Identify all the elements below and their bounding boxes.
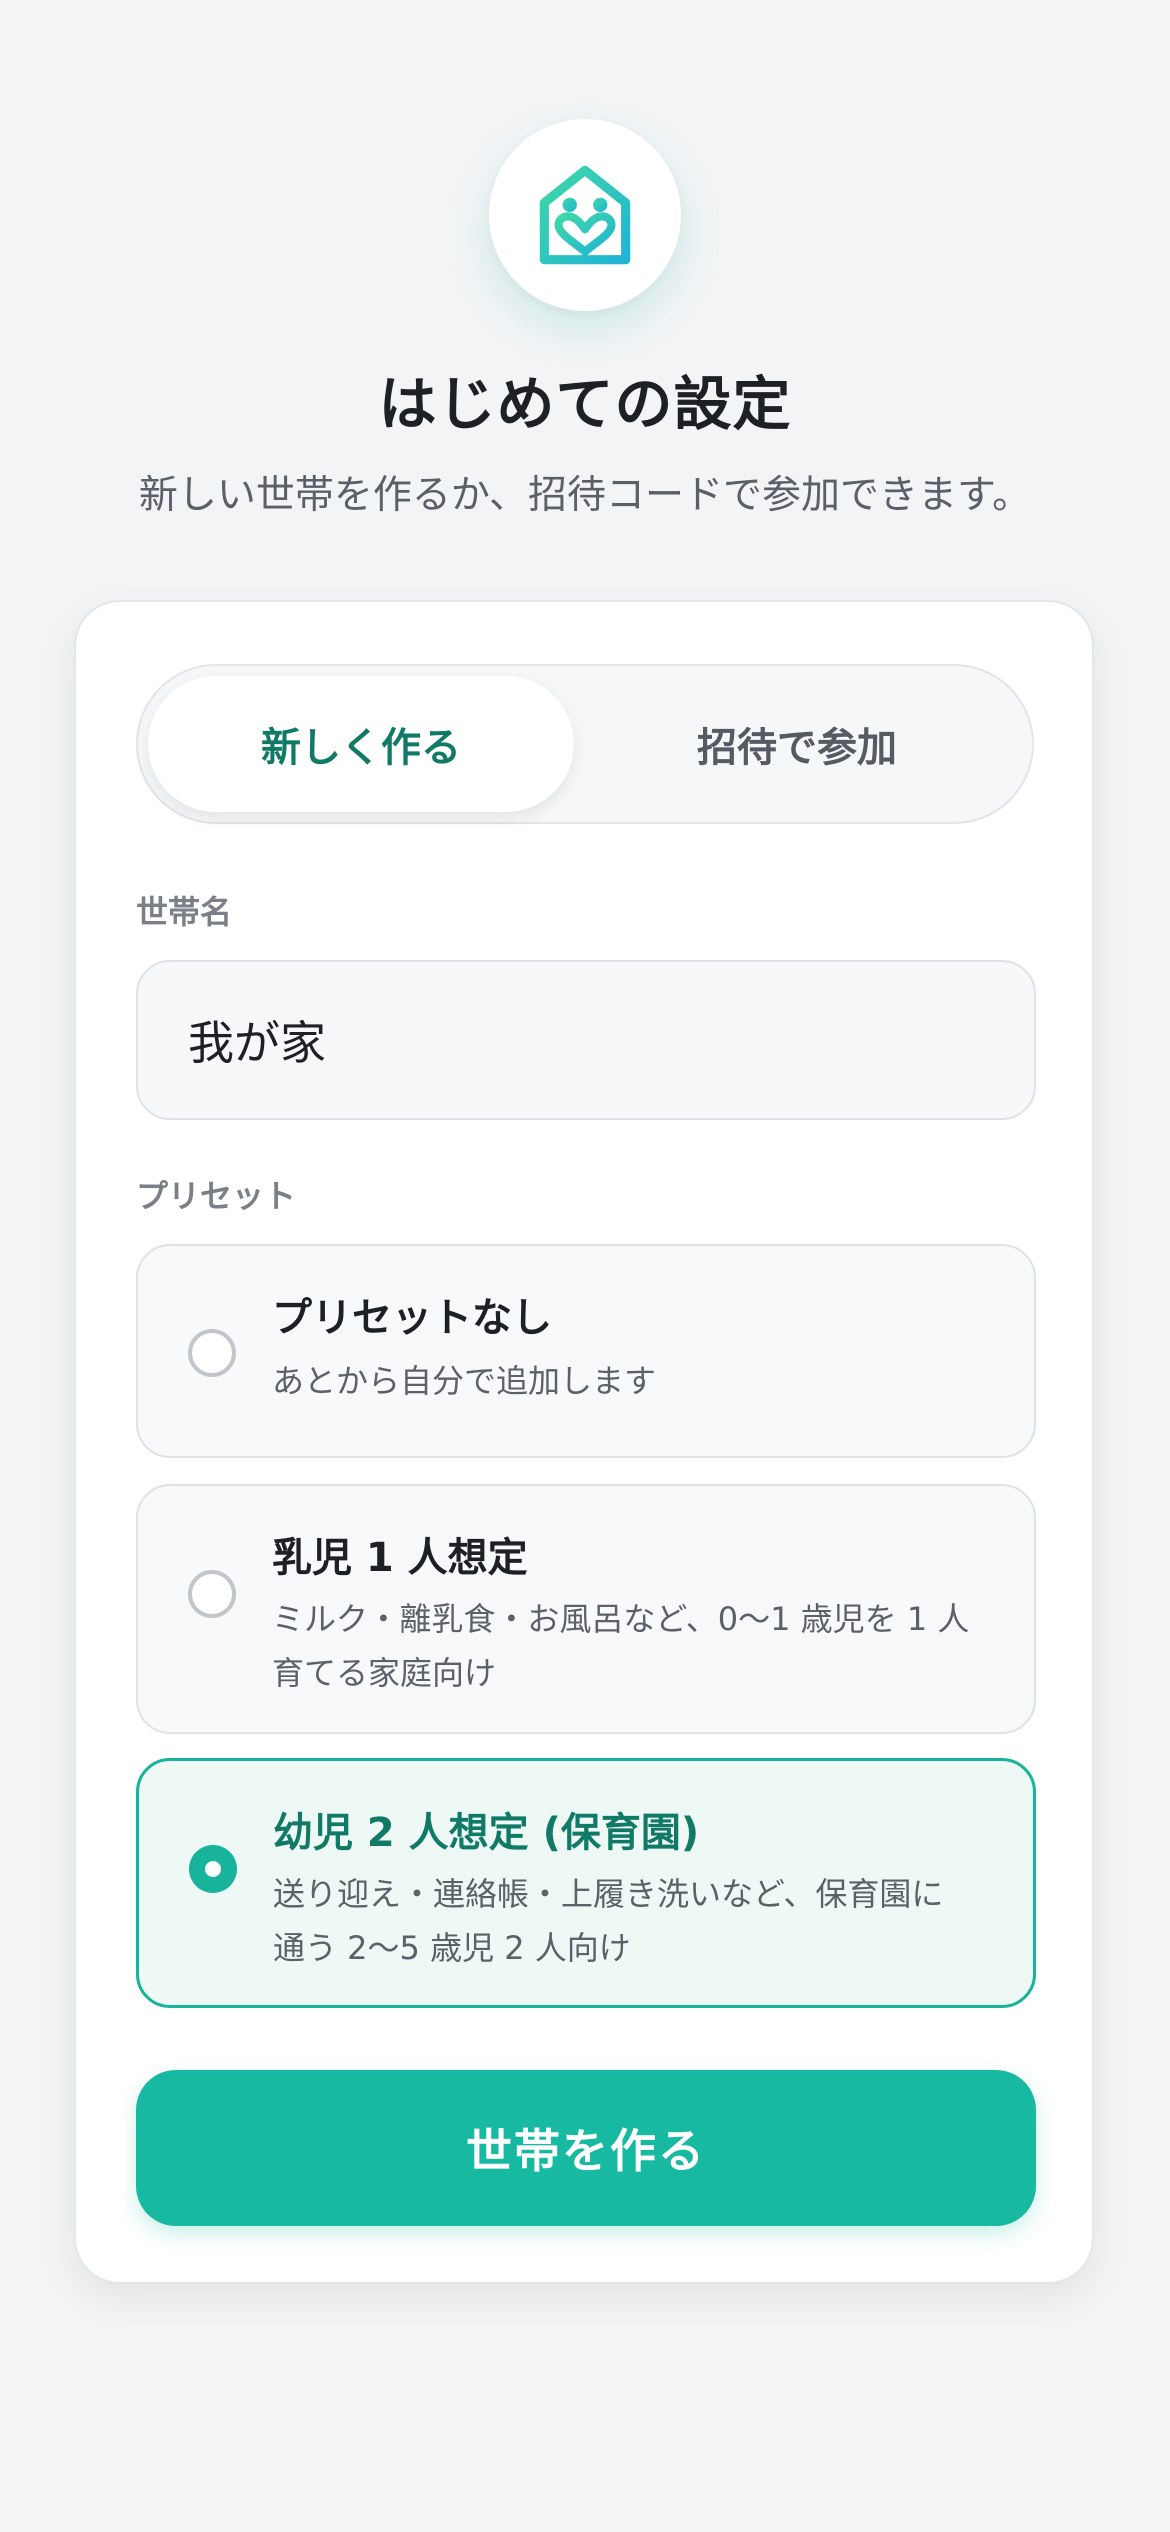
radio-icon[interactable] (188, 1570, 236, 1618)
preset-option-description: あとから自分で追加します (272, 1362, 657, 1400)
preset-label: プリセット (136, 1177, 297, 1215)
preset-option-infant[interactable]: 乳児 1 人想定 ミルク・離乳食・お風呂など、0〜1 歳児を 1 人育てる家庭向… (136, 1484, 1036, 1734)
preset-option-none[interactable]: プリセットなし あとから自分で追加します (136, 1244, 1036, 1458)
radio-icon[interactable] (188, 1329, 236, 1377)
tab-join-by-invite[interactable]: 招待で参加 (584, 676, 1010, 812)
page-subtitle: 新しい世帯を作るか、招待コードで参加できます。 (138, 473, 1032, 518)
preset-option-title: 乳児 1 人想定 (272, 1535, 528, 1581)
create-household-button[interactable]: 世帯を作る (136, 2070, 1036, 2226)
preset-option-description: 送り迎え・連絡帳・上履き洗いなど、保育園に通う 2〜5 歳児 2 人向け (273, 1875, 944, 1967)
preset-option-description: ミルク・離乳食・お風呂など、0〜1 歳児を 1 人育てる家庭向け (272, 1600, 970, 1692)
house-heart-icon (539, 165, 631, 265)
page-title: はじめての設定 (378, 370, 792, 438)
radio-selected-icon[interactable] (189, 1845, 237, 1893)
preset-option-title: 幼児 2 人想定 (保育園) (273, 1810, 700, 1856)
household-name-input[interactable] (136, 960, 1036, 1120)
mode-tabs: 新しく作る 招待で参加 (136, 664, 1034, 824)
setup-card: 新しく作る 招待で参加 世帯名 プリセット プリセットなし あとから自分で追加し… (74, 600, 1094, 2284)
preset-option-toddlers[interactable]: 幼児 2 人想定 (保育園) 送り迎え・連絡帳・上履き洗いなど、保育園に通う 2… (136, 1758, 1036, 2008)
preset-option-title: プリセットなし (272, 1295, 552, 1341)
household-name-label: 世帯名 (136, 893, 233, 931)
app-logo (489, 119, 681, 311)
tab-create-new[interactable]: 新しく作る (148, 676, 574, 812)
